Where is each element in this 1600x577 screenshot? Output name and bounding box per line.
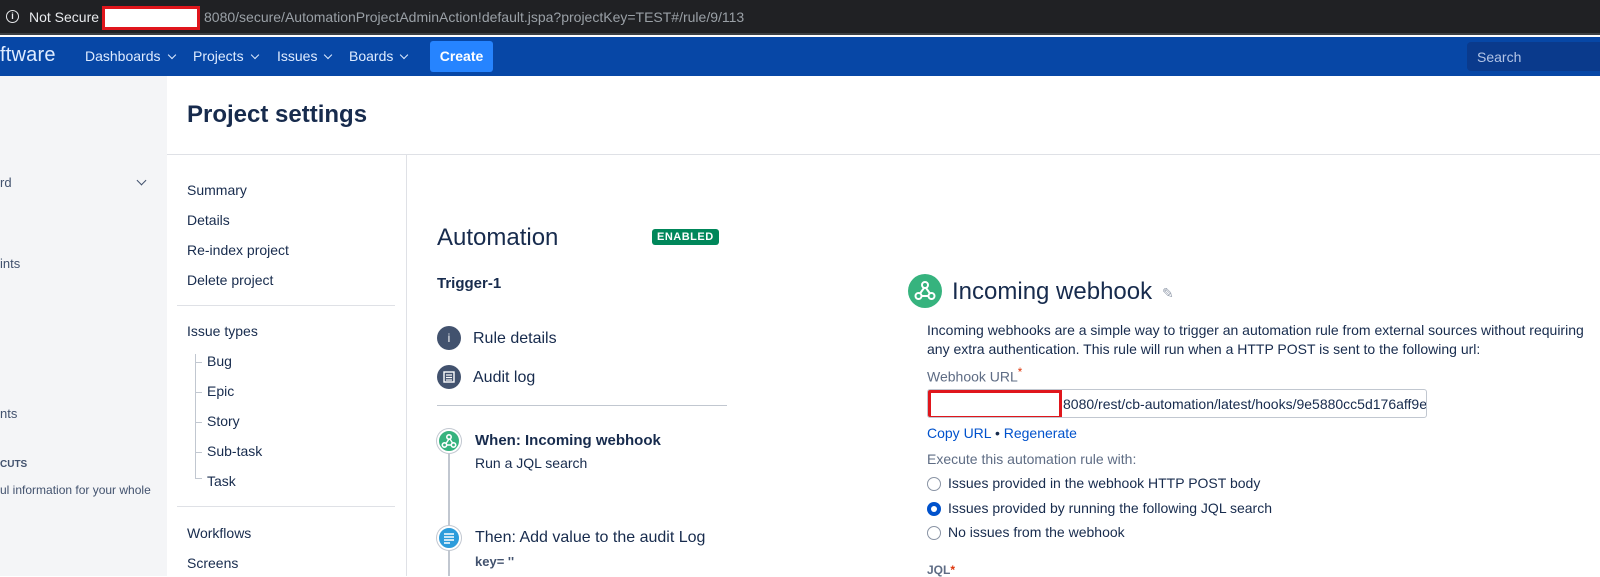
url-text[interactable]: 8080/secure/AutomationProjectAdminAction…	[204, 9, 744, 25]
settings-nav-reindex[interactable]: Re-index project	[187, 242, 289, 258]
redacted-host	[928, 390, 1062, 417]
issue-type-story[interactable]: Story	[207, 413, 240, 429]
edit-pencil-icon[interactable]: ✎	[1162, 285, 1176, 301]
audit-log-link[interactable]: Audit log	[473, 369, 535, 387]
webhook-title: Incoming webhook	[952, 278, 1153, 305]
webhook-icon	[437, 429, 461, 453]
radio-post-body[interactable]	[927, 477, 941, 491]
webhook-url-field[interactable]: 8080/rest/cb-automation/latest/hooks/9e5…	[927, 389, 1427, 418]
issue-type-bug[interactable]: Bug	[207, 353, 232, 369]
browser-address-bar: i Not Secure 8080/secure/AutomationProje…	[0, 0, 1600, 35]
step-action-title[interactable]: Then: Add value to the audit Log	[475, 529, 705, 547]
search-input[interactable]	[1467, 42, 1600, 71]
webhook-url-value: 8080/rest/cb-automation/latest/hooks/9e5…	[1063, 396, 1427, 412]
redacted-host	[102, 6, 200, 30]
product-logo[interactable]: ftware	[0, 44, 56, 67]
info-icon[interactable]: i	[6, 10, 19, 23]
radio-jql-search[interactable]	[927, 502, 941, 516]
automation-title: Automation	[437, 224, 559, 251]
settings-nav-details[interactable]: Details	[187, 212, 230, 228]
tree-tick	[195, 452, 202, 453]
chevron-down-icon	[167, 50, 176, 60]
chevron-down-icon[interactable]	[136, 175, 147, 186]
status-badge: ENABLED	[652, 229, 719, 245]
chevron-down-icon	[400, 50, 409, 60]
page-title: Project settings	[187, 101, 368, 128]
step-trigger-title[interactable]: When: Incoming webhook	[475, 432, 661, 449]
option-no-issues-label[interactable]: No issues from the webhook	[948, 524, 1125, 540]
sidebar-fragment[interactable]: ints	[0, 256, 20, 271]
step-connector	[448, 453, 450, 576]
document-icon	[437, 526, 461, 550]
nav-issues[interactable]: Issues	[277, 48, 333, 64]
tree-tick	[195, 392, 202, 393]
security-label[interactable]: Not Secure	[29, 9, 99, 25]
settings-nav-summary[interactable]: Summary	[187, 182, 247, 198]
tree-line	[195, 354, 196, 478]
panel-divider	[437, 405, 727, 406]
issue-type-task[interactable]: Task	[207, 473, 236, 489]
webhook-icon	[908, 274, 942, 308]
search-box[interactable]	[1467, 42, 1600, 71]
rule-name[interactable]: Trigger-1	[437, 275, 501, 292]
issue-type-epic[interactable]: Epic	[207, 383, 234, 399]
execute-label: Execute this automation rule with:	[927, 451, 1137, 467]
sidebar-fragment[interactable]: rd	[0, 175, 12, 190]
nav-divider	[177, 506, 395, 507]
settings-nav-delete[interactable]: Delete project	[187, 272, 273, 288]
rule-details-link[interactable]: Rule details	[473, 330, 557, 348]
radio-no-issues[interactable]	[927, 526, 941, 540]
sidebar-fragment: ul information for your whole	[0, 483, 151, 497]
issue-type-subtask[interactable]: Sub-task	[207, 443, 262, 459]
step-trigger-subtitle: Run a JQL search	[475, 455, 588, 471]
sidebar-fragment[interactable]: nts	[0, 406, 17, 421]
settings-nav-workflows[interactable]: Workflows	[187, 525, 251, 541]
jql-label: JQL*	[927, 563, 956, 577]
create-button[interactable]: Create	[430, 41, 493, 72]
webhook-description: Incoming webhooks are a simple way to tr…	[927, 322, 1584, 357]
regenerate-link[interactable]: Regenerate	[1004, 425, 1077, 441]
info-icon: i	[437, 326, 461, 350]
project-sidebar: rd ints nts CUTS ul information for your…	[0, 76, 167, 576]
copy-url-link[interactable]: Copy URL	[927, 425, 991, 441]
nav-divider	[177, 305, 395, 306]
settings-nav-screens[interactable]: Screens	[187, 555, 238, 571]
chevron-down-icon	[324, 50, 333, 60]
top-navigation: ftware Dashboards Projects Issues Boards…	[0, 37, 1600, 76]
tree-tick	[195, 422, 202, 423]
list-icon	[437, 365, 461, 389]
webhook-url-label: Webhook URL*	[927, 366, 1023, 385]
separator: •	[994, 425, 1000, 441]
tree-tick	[195, 362, 202, 363]
tree-tick	[195, 478, 202, 479]
step-action-subtitle: key= ''	[475, 554, 515, 569]
option-post-body-label[interactable]: Issues provided in the webhook HTTP POST…	[948, 475, 1260, 491]
settings-nav-issue-types[interactable]: Issue types	[187, 323, 258, 339]
sidebar-section-heading: CUTS	[0, 459, 28, 470]
settings-navigation: Summary Details Re-index project Delete …	[167, 155, 407, 576]
nav-boards[interactable]: Boards	[349, 48, 409, 64]
chevron-down-icon	[250, 50, 259, 60]
nav-projects[interactable]: Projects	[193, 48, 259, 64]
nav-dashboards[interactable]: Dashboards	[85, 48, 176, 64]
option-jql-search-label[interactable]: Issues provided by running the following…	[948, 500, 1272, 516]
url-actions: Copy URL • Regenerate	[927, 425, 1077, 441]
